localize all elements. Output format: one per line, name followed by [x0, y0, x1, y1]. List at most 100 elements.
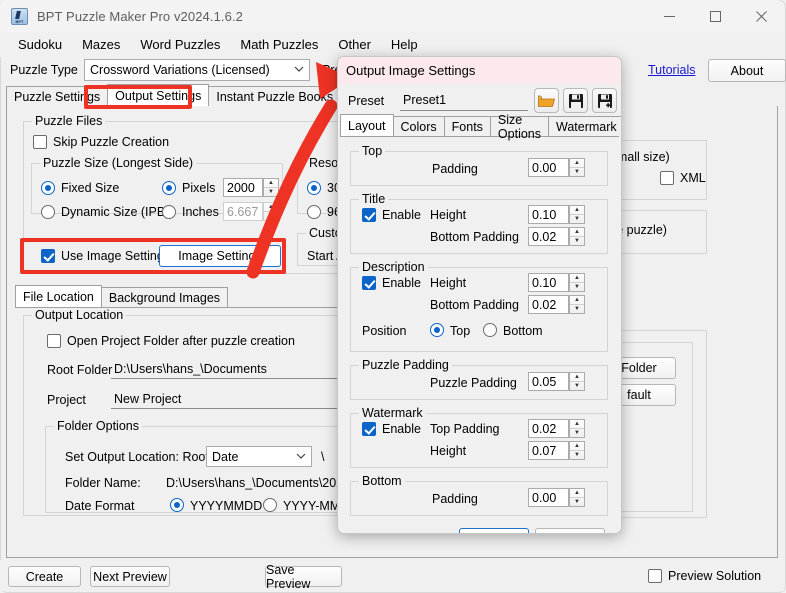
- tab-instant-puzzle-books[interactable]: Instant Puzzle Books: [208, 86, 341, 106]
- date-select[interactable]: Date: [206, 446, 312, 467]
- inches-stepper[interactable]: ▲ ▼: [263, 202, 279, 221]
- fixed-size-radio[interactable]: [41, 181, 55, 195]
- stepper-down-icon[interactable]: ▼: [570, 215, 584, 223]
- stepper-up-icon[interactable]: ▲: [570, 373, 584, 382]
- menu-item-help[interactable]: Help: [381, 34, 428, 55]
- title-height-input[interactable]: 0.10: [528, 205, 569, 224]
- title-height-stepper[interactable]: ▲▼: [569, 205, 585, 224]
- puzzle-padding-stepper[interactable]: ▲▼: [569, 372, 585, 391]
- stepper-down-icon[interactable]: ▼: [570, 237, 584, 245]
- fixed-size-label: Fixed Size: [61, 181, 119, 195]
- watermark-height-input[interactable]: 0.07: [528, 441, 569, 460]
- inches-radio[interactable]: [162, 205, 176, 219]
- tab-puzzle-settings[interactable]: Puzzle Settings: [6, 86, 108, 106]
- puzzle-type-select[interactable]: Crossword Variations (Licensed): [84, 59, 310, 81]
- watermark-height-stepper[interactable]: ▲▼: [569, 441, 585, 460]
- pixels-input[interactable]: 2000: [223, 178, 263, 197]
- stepper-up-icon[interactable]: ▲: [570, 228, 584, 237]
- menu-item-mazes[interactable]: Mazes: [72, 34, 130, 55]
- top-padding-input[interactable]: 0.00: [528, 158, 569, 177]
- next-preview-button[interactable]: Next Preview: [90, 566, 170, 587]
- stepper-up-icon[interactable]: ▲: [570, 206, 584, 215]
- description-height-stepper[interactable]: ▲▼: [569, 273, 585, 292]
- stepper-down-icon[interactable]: ▼: [570, 283, 584, 291]
- tab-watermark[interactable]: Watermark: [548, 116, 622, 136]
- stepper-down-icon[interactable]: ▼: [264, 188, 278, 196]
- watermark-top-padding-stepper[interactable]: ▲▼: [569, 419, 585, 438]
- menu-item-math-puzzles[interactable]: Math Puzzles: [230, 34, 328, 55]
- stepper-down-icon[interactable]: ▼: [570, 451, 584, 459]
- stepper-up-icon[interactable]: ▲: [570, 489, 584, 498]
- title-bottom-padding-stepper[interactable]: ▲▼: [569, 227, 585, 246]
- save-preview-button[interactable]: Save Preview: [265, 566, 342, 587]
- watermark-enable-checkbox[interactable]: [362, 422, 376, 436]
- stepper-up-icon[interactable]: ▲: [570, 274, 584, 283]
- stepper-down-icon[interactable]: ▼: [570, 168, 584, 176]
- bottom-bar: Create Next Preview Save Preview Preview…: [0, 560, 784, 591]
- watermark-top-padding-input[interactable]: 0.02: [528, 419, 569, 438]
- folder-name-label: Folder Name:: [65, 476, 141, 490]
- tab-fonts[interactable]: Fonts: [444, 116, 491, 136]
- stepper-up-icon[interactable]: ▲: [264, 179, 278, 188]
- puzzle-padding-input[interactable]: 0.05: [528, 372, 569, 391]
- skip-puzzle-creation-checkbox[interactable]: [33, 135, 47, 149]
- preview-solution-checkbox[interactable]: [648, 569, 662, 583]
- minimize-icon[interactable]: [646, 0, 692, 32]
- close-icon[interactable]: [738, 0, 784, 32]
- pixels-radio[interactable]: [162, 181, 176, 195]
- about-button[interactable]: About: [708, 59, 786, 82]
- resolution-96-radio[interactable]: [307, 205, 321, 219]
- cancel-button[interactable]: Cancel: [535, 528, 605, 534]
- tab-output-settings[interactable]: Output Settings: [107, 84, 209, 106]
- pixels-stepper[interactable]: ▲ ▼: [263, 178, 279, 197]
- date-format-yyyymmdd-radio[interactable]: [170, 498, 184, 512]
- description-enable-checkbox[interactable]: [362, 276, 376, 290]
- watermark-enable-label: Enable: [382, 422, 421, 436]
- ok-button[interactable]: OK: [459, 528, 529, 534]
- menu-item-word-puzzles[interactable]: Word Puzzles: [130, 34, 230, 55]
- project-label: Project: [47, 393, 86, 407]
- stepper-down-icon[interactable]: ▼: [570, 498, 584, 506]
- stepper-up-icon[interactable]: ▲: [570, 159, 584, 168]
- create-button[interactable]: Create: [8, 566, 81, 587]
- stepper-up-icon[interactable]: ▲: [570, 442, 584, 451]
- tab-file-location[interactable]: File Location: [15, 285, 102, 307]
- title-bottom-padding-input[interactable]: 0.02: [528, 227, 569, 246]
- stepper-down-icon[interactable]: ▼: [570, 305, 584, 313]
- tutorials-link[interactable]: Tutorials: [648, 63, 695, 77]
- save-icon[interactable]: [563, 88, 588, 113]
- stepper-up-icon[interactable]: ▲: [264, 203, 278, 212]
- bottom-padding-input[interactable]: 0.00: [528, 488, 569, 507]
- menu-item-other[interactable]: Other: [328, 34, 381, 55]
- dynamic-size-radio[interactable]: [41, 205, 55, 219]
- preset-input[interactable]: Preset1: [400, 89, 528, 111]
- save-as-icon[interactable]: [592, 88, 617, 113]
- tab-layout[interactable]: Layout: [340, 114, 394, 136]
- date-format-iso-radio[interactable]: [263, 498, 277, 512]
- tab-size-options[interactable]: Size Options: [490, 116, 549, 136]
- maximize-icon[interactable]: [692, 0, 738, 32]
- resolution-300-radio[interactable]: [307, 181, 321, 195]
- stepper-up-icon[interactable]: ▲: [570, 296, 584, 305]
- stepper-down-icon[interactable]: ▼: [264, 212, 278, 220]
- menu-item-sudoku[interactable]: Sudoku: [8, 34, 72, 55]
- description-position-bottom-radio[interactable]: [483, 323, 497, 337]
- stepper-up-icon[interactable]: ▲: [570, 420, 584, 429]
- description-bottom-padding-stepper[interactable]: ▲▼: [569, 295, 585, 314]
- title-enable-checkbox[interactable]: [362, 208, 376, 222]
- tab-background-images[interactable]: Background Images: [101, 287, 228, 307]
- stepper-down-icon[interactable]: ▼: [570, 382, 584, 390]
- xml-checkbox[interactable]: [660, 171, 674, 185]
- description-bottom-padding-input[interactable]: 0.02: [528, 295, 569, 314]
- top-padding-stepper[interactable]: ▲▼: [569, 158, 585, 177]
- image-settings-button[interactable]: Image Settings: [159, 245, 281, 267]
- use-image-settings-checkbox[interactable]: [41, 249, 55, 263]
- inches-input[interactable]: 6.667: [223, 202, 263, 221]
- bottom-padding-stepper[interactable]: ▲▼: [569, 488, 585, 507]
- description-height-input[interactable]: 0.10: [528, 273, 569, 292]
- description-position-top-radio[interactable]: [430, 323, 444, 337]
- tab-colors[interactable]: Colors: [393, 116, 445, 136]
- open-project-folder-checkbox[interactable]: [47, 334, 61, 348]
- folder-open-icon[interactable]: [534, 88, 559, 113]
- stepper-down-icon[interactable]: ▼: [570, 429, 584, 437]
